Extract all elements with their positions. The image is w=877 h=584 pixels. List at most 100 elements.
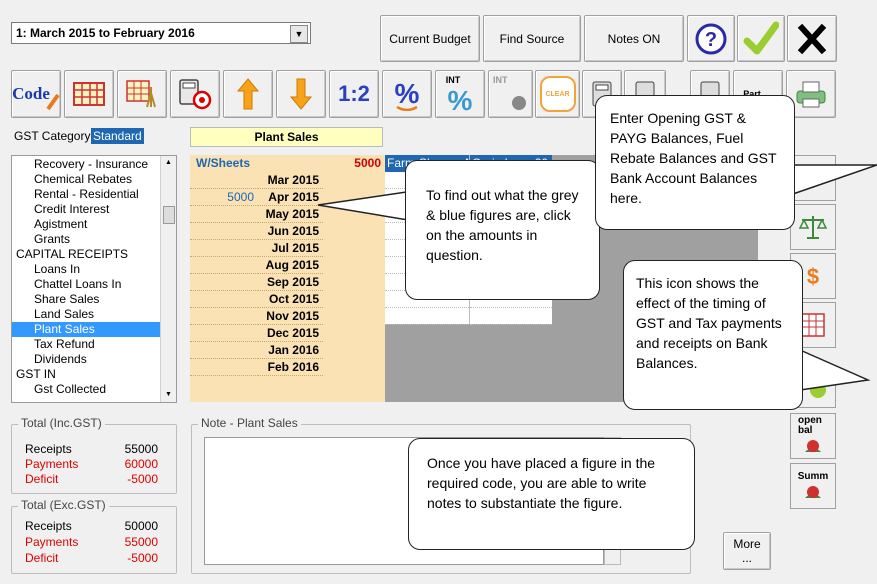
move-down-button[interactable] (276, 70, 326, 118)
scroll-down-icon[interactable]: ▼ (161, 388, 176, 402)
payments-label: Payments (25, 457, 79, 471)
ok-button[interactable] (737, 15, 785, 62)
scales-icon (798, 216, 828, 239)
chevron-down-icon[interactable]: ▼ (290, 25, 308, 43)
category-item[interactable]: Credit Interest (12, 202, 161, 217)
money-bag-icon (805, 485, 821, 498)
open-bal-label: open bal (798, 415, 822, 436)
scroll-thumb[interactable] (163, 206, 175, 224)
category-item[interactable]: Loans In (12, 262, 161, 277)
current-budget-label: Current Budget (389, 31, 471, 46)
category-item[interactable]: Agistment (12, 217, 161, 232)
current-budget-button[interactable]: Current Budget (380, 15, 480, 62)
summary-button[interactable]: Summ (790, 463, 836, 509)
grid-value-cell[interactable] (190, 359, 258, 376)
calculator-target-button[interactable] (170, 70, 220, 118)
callout-timing-icon: This icon shows the effect of the timing… (623, 260, 803, 410)
grid-value-cell[interactable] (190, 308, 258, 325)
grid-value-cell[interactable] (190, 223, 258, 240)
receipts-label: Receipts (25, 519, 72, 533)
month-rows: Mar 2015 Apr 2015 May 2015 Jun 2015 Jul 2015… (258, 172, 385, 376)
category-item[interactable]: Grants (12, 232, 161, 247)
crop-button[interactable] (117, 70, 167, 118)
category-item[interactable]: Plant Sales (12, 322, 161, 337)
svg-text:%: % (395, 78, 420, 109)
gst-balance-button[interactable] (790, 155, 836, 201)
wheat-grid-icon (126, 80, 156, 108)
clear-icon: CLEAR (539, 76, 576, 112)
category-item[interactable]: Dividends (12, 352, 161, 367)
grid-cell[interactable] (385, 308, 469, 325)
wsheets-value[interactable]: 5000 (258, 155, 385, 172)
grid-value-cell[interactable] (190, 172, 258, 189)
move-up-button[interactable] (223, 70, 273, 118)
help-button[interactable]: ? (687, 15, 735, 62)
grid-value-cell[interactable] (190, 325, 258, 342)
category-item[interactable]: Chemical Rebates (12, 172, 161, 187)
period-select[interactable]: 1: March 2015 to February 2016 ▼ (11, 22, 311, 44)
grid-month-label: Oct 2015 (258, 291, 323, 308)
grid-month-label: Jul 2015 (258, 240, 323, 257)
more-label: More ... (733, 537, 761, 565)
category-item[interactable]: Tax Refund (12, 337, 161, 352)
close-button[interactable] (787, 15, 837, 62)
grid-value-cell[interactable] (190, 206, 258, 223)
interest-percent-icon: % (448, 85, 473, 113)
category-item[interactable]: GST IN (12, 367, 161, 382)
split-button[interactable]: 1:2 (329, 70, 379, 118)
grid-cell[interactable] (470, 308, 552, 325)
receipts-value: 50000 (124, 519, 158, 533)
help-icon: ? (695, 23, 727, 54)
deficit-value: -5000 (127, 551, 158, 565)
code-button[interactable]: Code (11, 70, 61, 118)
close-icon (797, 23, 827, 54)
grey-dot-icon (512, 96, 526, 110)
category-item[interactable]: Chattel Loans In (12, 277, 161, 292)
category-item[interactable]: Rental - Residential (12, 187, 161, 202)
receipts-value: 55000 (124, 442, 158, 456)
arrow-up-icon (236, 78, 260, 110)
grid-value-cell[interactable] (190, 240, 258, 257)
category-scrollbar[interactable]: ▲ ▼ (160, 156, 176, 402)
category-item[interactable]: Land Sales (12, 307, 161, 322)
grid-value-cell[interactable] (190, 274, 258, 291)
table-grid-icon (73, 82, 105, 106)
deficit-label: Deficit (25, 472, 59, 486)
payments-value: 60000 (124, 457, 158, 471)
interest-percent-button[interactable]: INT % (435, 70, 485, 118)
interest-dot-button[interactable]: INT (488, 70, 533, 118)
category-item[interactable]: CAPITAL RECEIPTS (12, 247, 161, 262)
totals-inc-gst-panel: Total (Inc.GST) Receipts 55000 Payments … (11, 416, 177, 494)
scales-icon (798, 168, 828, 188)
category-item[interactable]: Gst Collected (12, 382, 161, 397)
gst-category-value[interactable]: Standard (91, 128, 144, 144)
grid-view-button[interactable] (64, 70, 114, 118)
more-button[interactable]: More ... (723, 532, 771, 570)
notes-toggle-label: Notes ON (607, 31, 661, 46)
grid-value-cell[interactable] (190, 257, 258, 274)
selected-code-title: Plant Sales (190, 127, 383, 147)
grid-value-cell[interactable]: 5000 (190, 189, 258, 206)
value-rows: 5000 (190, 172, 258, 376)
grid-value-cell[interactable] (190, 291, 258, 308)
scroll-up-icon[interactable]: ▲ (161, 156, 176, 170)
category-item[interactable]: Recovery - Insurance (12, 157, 161, 172)
category-list[interactable]: Recovery - Insurance Chemical Rebates Rent… (11, 155, 177, 403)
grid-value-cell[interactable] (190, 342, 258, 359)
notes-toggle-button[interactable]: Notes ON (584, 15, 684, 62)
category-item[interactable]: Share Sales (12, 292, 161, 307)
period-select-value: 1: March 2015 to February 2016 (16, 26, 195, 40)
grid-month-label: Jan 2016 (258, 342, 323, 359)
category-items: Recovery - Insurance Chemical Rebates Rent… (12, 157, 161, 397)
payments-label: Payments (25, 535, 79, 549)
open-bal-button[interactable]: open bal (790, 413, 836, 459)
percent-button[interactable]: % (382, 70, 432, 118)
balance-scales-button[interactable] (790, 204, 836, 250)
clear-button[interactable]: CLEAR (535, 70, 580, 118)
grid-value-column: W/Sheets 5000 (190, 155, 258, 402)
find-source-button[interactable]: Find Source (483, 15, 581, 62)
split-label: 1:2 (338, 81, 370, 106)
payments-value: 55000 (124, 535, 158, 549)
callout-notes-help: Once you have placed a figure in the req… (408, 438, 695, 550)
find-source-label: Find Source (499, 31, 565, 46)
